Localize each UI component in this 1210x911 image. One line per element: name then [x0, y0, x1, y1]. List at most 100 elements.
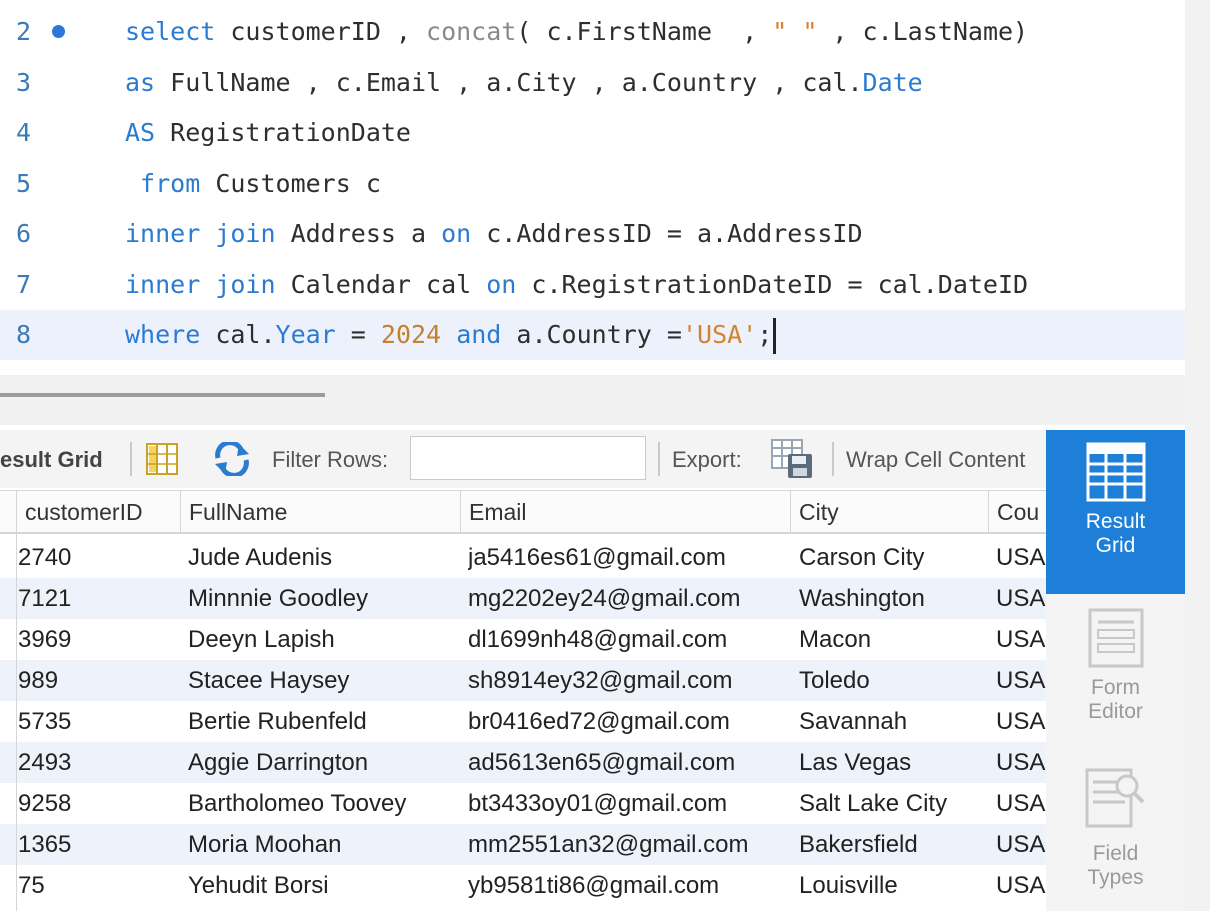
code-token-num: 2024	[380, 320, 442, 349]
code-line[interactable]: 2 select customerID , concat( c.FirstName…	[0, 7, 1185, 57]
table-cell[interactable]: Toledo	[799, 660, 991, 701]
table-cell[interactable]: Jude Audenis	[188, 537, 462, 578]
table-cell[interactable]: br0416ed72@gmail.com	[468, 701, 792, 742]
table-cell[interactable]: 1365	[18, 824, 176, 865]
table-cell[interactable]: 989	[18, 660, 176, 701]
column-header[interactable]: City	[790, 491, 988, 533]
code-token-id: =	[335, 320, 381, 349]
table-cell[interactable]: ad5613en65@gmail.com	[468, 742, 792, 783]
table-row[interactable]: 5735 Bertie Rubenfeld br0416ed72@gmail.com…	[0, 701, 1046, 742]
code-line[interactable]: 6 inner join Address a on c.AddressID = a…	[0, 209, 1185, 259]
field-types-icon	[1046, 764, 1185, 842]
table-cell[interactable]: 2493	[18, 742, 176, 783]
table-row[interactable]: 2740 Jude Audenis ja5416es61@gmail.com Cars…	[0, 537, 1046, 578]
form-editor-panel-button[interactable]: Form Editor	[1046, 606, 1185, 756]
table-cell[interactable]: bt3433oy01@gmail.com	[468, 783, 792, 824]
export-label: Export:	[672, 447, 742, 472]
table-cell[interactable]: USA	[996, 578, 1046, 619]
table-cell[interactable]: USA	[996, 783, 1046, 824]
table-cell[interactable]: ja5416es61@gmail.com	[468, 537, 792, 578]
refresh-icon[interactable]	[212, 440, 252, 483]
table-cell[interactable]: sh8914ey32@gmail.com	[468, 660, 792, 701]
table-cell[interactable]: USA	[996, 865, 1046, 906]
columns-icon[interactable]	[145, 442, 179, 483]
line-number: 2	[16, 17, 32, 46]
table-row[interactable]: 1365 Moria Moohan mm2551an32@gmail.com Bake…	[0, 824, 1046, 865]
table-cell[interactable]: Minnnie Goodley	[188, 578, 462, 619]
table-cell[interactable]: USA	[996, 619, 1046, 660]
table-cell[interactable]: mm2551an32@gmail.com	[468, 824, 792, 865]
table-cell[interactable]: 2740	[18, 537, 176, 578]
table-cell[interactable]: USA	[996, 660, 1046, 701]
table-row[interactable]: 9258 Bartholomeo Toovey bt3433oy01@gmail.c…	[0, 783, 1046, 824]
editor-scrollbar[interactable]	[1185, 0, 1210, 911]
table-cell[interactable]: USA	[996, 824, 1046, 865]
result-grid[interactable]: customerID FullName Email City Cou 2740 Jude …	[0, 490, 1046, 911]
code-line[interactable]: 7 inner join Calendar cal on c.Registrati…	[0, 260, 1185, 310]
table-cell[interactable]: Washington	[799, 578, 991, 619]
table-row[interactable]: 989 Stacee Haysey sh8914ey32@gmail.com Tole…	[0, 660, 1046, 701]
table-cell[interactable]: 3969	[18, 619, 176, 660]
table-cell[interactable]: Bertie Rubenfeld	[188, 701, 462, 742]
filter-rows-input[interactable]	[410, 436, 646, 480]
table-cell[interactable]: Stacee Haysey	[188, 660, 462, 701]
sql-editor[interactable]: 2 select customerID , concat( c.FirstName…	[0, 0, 1185, 375]
table-cell[interactable]: 75	[18, 865, 176, 906]
column-header[interactable]: Email	[460, 491, 790, 533]
table-row[interactable]: 3969 Deeyn Lapish dl1699nh48@gmail.com Maco…	[0, 619, 1046, 660]
code-token-kw: where	[125, 320, 201, 349]
code-token-id: , c.LastName)	[817, 17, 1029, 46]
table-cell[interactable]: Bakersfield	[799, 824, 991, 865]
table-cell[interactable]: USA	[996, 537, 1046, 578]
table-cell[interactable]: Louisville	[799, 865, 991, 906]
code-token-kw: and	[456, 320, 502, 349]
code-line[interactable]: 5 from Customers c	[0, 159, 1185, 209]
splitter-handle[interactable]	[0, 393, 325, 397]
column-header[interactable]: Cou	[988, 491, 1046, 533]
result-grid-label-2: Grid	[1095, 534, 1136, 557]
pane-splitter[interactable]	[0, 375, 1185, 425]
row-header-gutter[interactable]	[0, 490, 17, 911]
column-header[interactable]: customerID	[16, 491, 180, 533]
table-cell[interactable]: USA	[996, 742, 1046, 783]
table-cell[interactable]: mg2202ey24@gmail.com	[468, 578, 792, 619]
table-cell[interactable]: Yehudit Borsi	[188, 865, 462, 906]
table-cell[interactable]: USA	[996, 701, 1046, 742]
table-cell[interactable]: yb9581ti86@gmail.com	[468, 865, 792, 906]
field-types-panel-button[interactable]: Field Types	[1046, 764, 1185, 911]
table-row[interactable]: 2493 Aggie Darrington ad5613en65@gmail.com…	[0, 742, 1046, 783]
code-line[interactable]: 8 where cal.Year = 2024 and a.Country ='U…	[0, 310, 1185, 360]
code-token-id: RegistrationDate	[155, 118, 411, 147]
table-cell[interactable]: Savannah	[799, 701, 991, 742]
wrap-cell-content-label[interactable]: Wrap Cell Content	[846, 446, 1025, 474]
table-cell[interactable]: Salt Lake City	[799, 783, 991, 824]
table-cell[interactable]: dl1699nh48@gmail.com	[468, 619, 792, 660]
toolbar-separator	[832, 442, 834, 476]
table-cell[interactable]: Las Vegas	[799, 742, 991, 783]
table-row[interactable]: 7121 Minnnie Goodley mg2202ey24@gmail.com W…	[0, 578, 1046, 619]
table-row[interactable]: 75 Yehudit Borsi yb9581ti86@gmail.com Louis…	[0, 865, 1046, 906]
table-cell[interactable]: Macon	[799, 619, 991, 660]
line-number: 6	[16, 219, 32, 248]
code-token-kw: Year	[275, 320, 336, 349]
result-grid-panel-button[interactable]: Result Grid	[1046, 430, 1185, 594]
table-cell[interactable]: Carson City	[799, 537, 991, 578]
table-cell[interactable]: 7121	[18, 578, 176, 619]
table-cell[interactable]: 5735	[18, 701, 176, 742]
code-token-kw: inner join	[125, 219, 276, 248]
table-cell[interactable]: Bartholomeo Toovey	[188, 783, 462, 824]
result-grid-label-1: Result	[1085, 510, 1146, 533]
table-cell[interactable]: Moria Moohan	[188, 824, 462, 865]
table-cell[interactable]: Deeyn Lapish	[188, 619, 462, 660]
column-header[interactable]: FullName	[180, 491, 460, 533]
code-token-kw: as	[125, 67, 156, 97]
export-icon[interactable]	[770, 438, 816, 487]
field-types-label-2: Types	[1087, 866, 1144, 889]
statement-marker-icon[interactable]	[52, 25, 65, 38]
code-line[interactable]: 3 as FullName , c.Email , a.City , a.Coun…	[0, 58, 1185, 108]
table-cell[interactable]: Aggie Darrington	[188, 742, 462, 783]
code-text: where cal.Year = 2024 and a.Country ='US…	[125, 310, 777, 360]
result-grid-tab-label[interactable]: esult Grid	[0, 446, 103, 474]
code-line[interactable]: 4 AS RegistrationDate	[0, 108, 1185, 158]
table-cell[interactable]: 9258	[18, 783, 176, 824]
